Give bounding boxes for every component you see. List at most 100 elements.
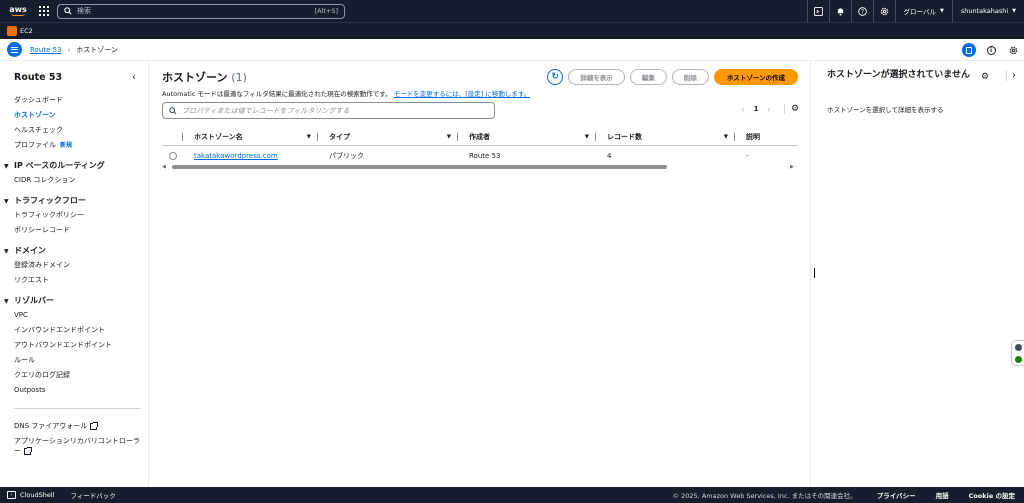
svg-text:?: ?	[860, 9, 863, 15]
pagination: ‹ 1 › ⚙	[736, 104, 799, 114]
horizontal-scrollbar[interactable]: ◀ ▶	[162, 164, 798, 170]
row-description: -	[746, 152, 749, 160]
select-column	[162, 128, 182, 145]
sidebar-item-rules[interactable]: ルール	[14, 353, 148, 368]
search-icon	[169, 106, 177, 115]
scroll-right-icon[interactable]: ▶	[790, 164, 798, 170]
column-header-created-by[interactable]: 作成者 ▼	[457, 128, 595, 145]
account-menu[interactable]: shuntakahashi ▼	[951, 0, 1024, 22]
caret-down-icon: ▼	[4, 198, 9, 205]
column-header-type[interactable]: タイプ ▼	[317, 128, 457, 145]
sidebar-item-requests[interactable]: リクエスト	[14, 273, 148, 288]
sort-caret-icon: ▼	[723, 133, 728, 140]
region-selector[interactable]: グローバル ▼	[894, 0, 952, 22]
sidebar-item-policy-records[interactable]: ポリシーレコード	[14, 223, 148, 238]
footer-cookies[interactable]: Cookie の設定	[969, 490, 1015, 500]
split-panel-settings-gear-icon[interactable]: ⚙	[981, 72, 989, 82]
status-widget-icon[interactable]	[1014, 355, 1022, 363]
footer-terms[interactable]: 用語	[936, 490, 949, 500]
scroll-left-icon[interactable]: ◀	[162, 164, 170, 170]
global-search[interactable]: [Alt+S]	[57, 3, 345, 19]
previous-page-icon[interactable]: ‹	[736, 105, 750, 114]
footer-cloudshell[interactable]: CloudShell	[20, 491, 54, 499]
section-domains[interactable]: ▼ ドメイン	[4, 243, 148, 258]
table-row[interactable]: takatakawordpress.com パブリック Route 53 4 -	[162, 146, 798, 166]
sidebar-item-dns-firewall[interactable]: DNS ファイアウォール	[14, 419, 148, 434]
side-widget[interactable]	[1011, 340, 1024, 366]
collapse-chevron-icon[interactable]: ‹	[132, 72, 136, 83]
sidebar-title: Route 53 ‹	[14, 72, 136, 83]
sidebar-item-dashboard[interactable]: ダッシュボード	[14, 93, 148, 108]
sidebar-item-outbound-endpoints[interactable]: アウトバウンドエンドポイント	[14, 338, 148, 353]
info-icon[interactable]: i	[986, 45, 996, 55]
hosted-zones-table: ホストゾーン名 ▼ タイプ ▼ 作成者 ▼ レコード数 ▼ 説明 takatakawor…	[162, 128, 798, 166]
split-panel: ホストゾーンが選択されていません ⚙ › ホストゾーンを選択して詳細を表示する	[810, 61, 1024, 487]
sidebar-item-cidr[interactable]: CIDR コレクション	[14, 173, 148, 188]
edit-button[interactable]: 編集	[629, 69, 667, 85]
page-title: ホストゾーン (1)	[162, 71, 247, 84]
delete-button[interactable]: 削除	[671, 69, 709, 85]
split-panel-title: ホストゾーンが選択されていません	[827, 70, 971, 80]
create-hosted-zone-button[interactable]: ホストゾーンの作成	[713, 69, 798, 85]
side-navigation: Route 53 ‹ ダッシュボード ホストゾーン ヘルスチェック プロファイル…	[0, 61, 149, 487]
global-search-input[interactable]	[77, 7, 315, 15]
sidebar-item-outposts[interactable]: Outposts	[14, 383, 148, 398]
split-panel-message: ホストゾーンを選択して詳細を表示する	[827, 106, 944, 114]
section-resolver[interactable]: ▼ リゾルバー	[4, 293, 148, 308]
filter-box[interactable]	[162, 102, 495, 119]
tools-gear-icon[interactable]	[1009, 46, 1018, 55]
refresh-button[interactable]: ↻	[547, 69, 564, 85]
next-page-icon[interactable]: ›	[762, 105, 776, 114]
caret-down-icon: ▼	[1012, 8, 1016, 14]
breadcrumb-route53[interactable]: Route 53	[30, 46, 61, 54]
split-panel-icon[interactable]	[962, 43, 976, 57]
sidebar-item-arc[interactable]: アプリケーションリカバリコントローラー	[14, 436, 148, 456]
column-header-description[interactable]: 説明	[734, 128, 798, 145]
sidebar-item-vpc[interactable]: VPC	[14, 308, 148, 323]
caret-down-icon: ▼	[4, 248, 9, 255]
view-details-button[interactable]: 詳細を表示	[568, 69, 625, 85]
section-traffic-flow[interactable]: ▼ トラフィックフロー	[4, 193, 148, 208]
filter-input[interactable]	[182, 106, 488, 115]
hamburger-menu-icon[interactable]	[7, 42, 22, 57]
text-cursor	[814, 268, 815, 278]
cloudshell-icon[interactable]	[806, 0, 829, 22]
scrollbar-thumb[interactable]	[172, 165, 667, 169]
change-mode-link[interactable]: モードを変更するには、[設定] に移動します。	[394, 90, 531, 98]
footer-feedback[interactable]: フィードバック	[70, 490, 115, 500]
column-header-record-count[interactable]: レコード数 ▼	[595, 128, 734, 145]
ec2-icon	[7, 26, 17, 36]
footer: › CloudShell フィードバック © 2025, Amazon Web …	[0, 487, 1024, 503]
hosted-zone-name-link[interactable]: takatakawordpress.com	[194, 152, 278, 160]
favorites-bar: EC2	[0, 22, 1024, 39]
caret-down-icon: ▼	[4, 163, 9, 170]
split-panel-close-chevron-icon[interactable]: ›	[1006, 70, 1016, 81]
row-type: パブリック	[329, 152, 364, 160]
current-page[interactable]: 1	[750, 105, 762, 113]
sidebar-item-inbound-endpoints[interactable]: インバウンドエンドポイント	[14, 323, 148, 338]
section-ip-routing[interactable]: ▼ IP ベースのルーティング	[4, 158, 148, 173]
sidebar-item-traffic-policies[interactable]: トラフィックポリシー	[14, 208, 148, 223]
help-icon[interactable]: ?	[850, 0, 873, 22]
sidebar-item-registered-domains[interactable]: 登録済みドメイン	[14, 258, 148, 273]
sort-caret-icon: ▼	[446, 133, 451, 140]
close-widget-icon[interactable]	[1014, 343, 1022, 351]
row-select-radio[interactable]	[169, 152, 177, 160]
column-header-name[interactable]: ホストゾーン名 ▼	[182, 128, 317, 145]
notifications-bell-icon[interactable]	[828, 0, 851, 22]
new-badge: 新規	[60, 142, 73, 149]
services-grid-icon[interactable]	[39, 6, 49, 16]
favorite-ec2[interactable]: EC2	[20, 27, 33, 35]
footer-privacy[interactable]: プライバシー	[877, 490, 916, 500]
aws-logo[interactable]: aws	[7, 6, 29, 16]
sidebar-item-health-checks[interactable]: ヘルスチェック	[14, 123, 148, 138]
table-preferences-gear-icon[interactable]: ⚙	[784, 104, 799, 114]
external-link-icon	[24, 446, 32, 455]
sidebar-item-profiles[interactable]: プロファイル 新規	[14, 138, 148, 153]
top-navigation: aws [Alt+S] ? グローバル▼ shuntakahashi▼	[0, 0, 1024, 22]
caret-down-icon: ▼	[939, 8, 944, 14]
sidebar-item-hosted-zones[interactable]: ホストゾーン	[14, 108, 148, 123]
sidebar-item-query-logging[interactable]: クエリのログ記録	[14, 368, 148, 383]
search-mode-description: Automatic モードは最適なフィルタ結果に最適化された現在の検索動作です。…	[162, 90, 531, 98]
settings-gear-icon[interactable]	[872, 0, 895, 22]
